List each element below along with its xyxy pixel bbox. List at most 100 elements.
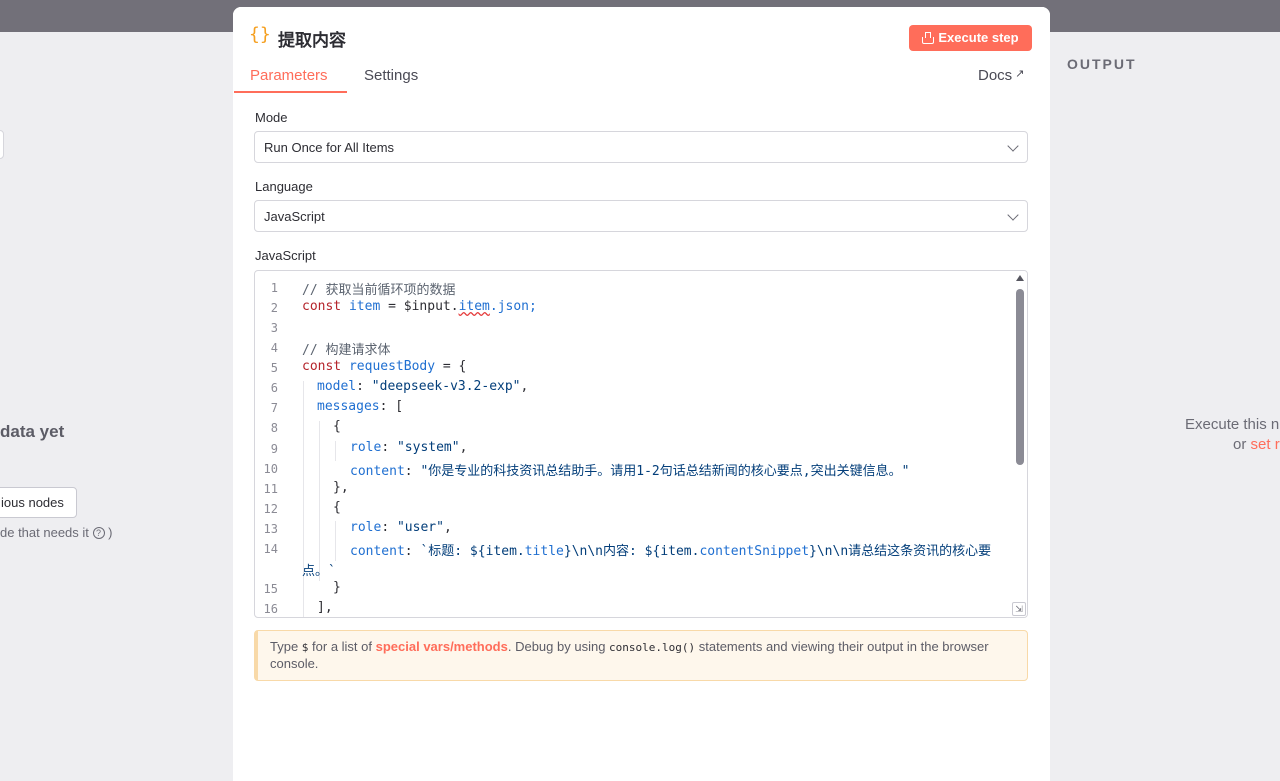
line-number: 13 <box>263 522 278 536</box>
resize-handle-icon[interactable]: ⇲ <box>1012 602 1026 616</box>
mode-select-value: Run Once for All Items <box>264 140 395 155</box>
code-line-8: { <box>333 419 341 434</box>
code-line-16: ], <box>317 600 333 615</box>
line-number: 9 <box>270 442 278 456</box>
code-property: title <box>524 544 564 559</box>
code-line-11: }, <box>333 480 349 495</box>
code-line-10: content: "你是专业的科技资讯总结助手。请用1-2句话总结新闻的核心要点… <box>350 464 910 479</box>
input-hint-text: de that needs it <box>0 525 89 540</box>
code-text: .json; <box>489 299 537 314</box>
code-string: "deepseek-v3.2-exp" <box>371 379 521 394</box>
line-number: 16 <box>263 602 278 616</box>
code-line-14-wrap: 点。` <box>302 560 336 579</box>
special-vars-link[interactable]: special vars/methods <box>376 639 508 654</box>
language-label: Language <box>255 179 313 194</box>
execute-previous-nodes-label: ious nodes <box>1 495 64 510</box>
code-template: }\n\n内容: ${item. <box>563 544 700 559</box>
code-variable: requestBody <box>348 359 436 374</box>
notice-code: console.log() <box>609 641 696 654</box>
code-keyword: const <box>302 299 342 314</box>
output-hint-prefix: or <box>1233 436 1247 453</box>
flask-icon <box>922 32 935 44</box>
code-comment: // 构建请求体 <box>302 343 391 358</box>
set-mock-data-link[interactable]: set r <box>1251 436 1280 453</box>
execute-step-button[interactable]: Execute step <box>909 25 1032 51</box>
code-text: = $input. <box>380 299 459 314</box>
output-hint-line2: or set r <box>1233 436 1280 453</box>
code-line-7: messages: [ <box>317 399 403 414</box>
line-number: 12 <box>263 502 278 516</box>
code-key: content <box>350 544 405 559</box>
no-data-title: data yet <box>0 422 65 441</box>
code-key: model <box>317 379 357 394</box>
chevron-down-icon <box>1007 209 1019 221</box>
tab-parameters[interactable]: Parameters <box>250 67 328 84</box>
code-string: "你是专业的科技资讯总结助手。请用1-2句话总结新闻的核心要点,突出关键信息。" <box>420 464 910 479</box>
code-comment: // 获取当前循环项的数据 <box>302 283 456 298</box>
line-number: 1 <box>270 281 278 295</box>
code-line-14: content: `标题: ${item.title}\n\n内容: ${ite… <box>350 544 992 559</box>
tab-settings[interactable]: Settings <box>364 67 418 84</box>
code-template: `标题: ${item. <box>420 544 525 559</box>
notice-text: . Debug by using <box>507 639 610 654</box>
line-number: 7 <box>270 401 278 415</box>
code-text: : [ <box>379 399 404 414</box>
code-line-5: const requestBody = { <box>302 359 466 374</box>
mode-label: Mode <box>255 110 288 125</box>
input-panel: data yet ious nodes de that needs it ? ) <box>0 32 234 781</box>
line-number: 8 <box>270 421 278 435</box>
indent-guide <box>335 521 336 561</box>
input-hint-suffix: ) <box>108 525 113 540</box>
line-number: 14 <box>263 542 278 556</box>
code-key: messages <box>317 399 380 414</box>
execute-step-label: Execute step <box>938 30 1019 45</box>
line-number: 11 <box>263 482 278 496</box>
language-select-value: JavaScript <box>264 209 325 224</box>
code-property: item <box>458 299 490 314</box>
code-key: role <box>350 520 382 535</box>
output-label: OUTPUT <box>1067 56 1137 72</box>
modal-header: {} 提取内容 Execute step Parameters Settings… <box>233 7 1050 93</box>
line-number: 10 <box>263 462 278 476</box>
chevron-down-icon <box>1007 140 1019 152</box>
code-content[interactable]: // 获取当前循环项的数据 const item = $input.item.j… <box>302 271 1014 617</box>
input-field-stub[interactable] <box>0 130 4 159</box>
help-icon[interactable]: ? <box>92 527 105 539</box>
code-line-6: model: "deepseek-v3.2-exp", <box>317 379 529 394</box>
notice-text: Type <box>270 639 302 654</box>
input-hint: de that needs it ? ) <box>0 525 113 540</box>
indent-guide <box>319 421 320 581</box>
code-property: contentSnippet <box>699 544 810 559</box>
code-key: role <box>350 440 382 455</box>
line-number: 15 <box>263 582 278 596</box>
code-label: JavaScript <box>255 248 316 263</box>
code-text: = { <box>435 359 467 374</box>
docs-link[interactable]: Docs ↗ <box>978 67 1024 84</box>
node-details-modal: {} 提取内容 Execute step Parameters Settings… <box>233 7 1050 781</box>
parameters-panel: Mode Run Once for All Items Language Jav… <box>233 93 1050 781</box>
language-select[interactable]: JavaScript <box>254 200 1028 232</box>
code-editor[interactable]: 1 2 3 4 5 6 7 8 9 10 11 12 13 14 15 16 /… <box>254 270 1028 618</box>
line-number: 5 <box>270 361 278 375</box>
code-string: "system" <box>396 440 460 455</box>
code-line-2: const item = $input.item.json; <box>302 299 537 314</box>
code-line-9: role: "system", <box>350 440 468 455</box>
scroll-up-arrow-icon[interactable] <box>1016 275 1024 281</box>
code-line-1: // 获取当前循环项的数据 <box>302 279 455 298</box>
line-number: 3 <box>270 321 278 335</box>
scrollbar-thumb[interactable] <box>1016 289 1024 465</box>
mode-select[interactable]: Run Once for All Items <box>254 131 1028 163</box>
editor-scrollbar[interactable] <box>1013 271 1027 617</box>
code-line-4: // 构建请求体 <box>302 339 390 358</box>
code-hint-notice: Type $ for a list of special vars/method… <box>254 630 1028 681</box>
code-key: content <box>350 464 405 479</box>
output-hint-line1: Execute this n <box>1185 416 1280 433</box>
notice-text: for a list of <box>308 639 376 654</box>
code-line-12: { <box>333 500 341 515</box>
execute-previous-nodes-button[interactable]: ious nodes <box>0 487 77 518</box>
node-title[interactable]: 提取内容 <box>278 26 346 51</box>
code-template: }\n\n请总结这条资讯的核心要 <box>809 544 992 559</box>
indent-guide <box>303 381 304 617</box>
code-template: 点。` <box>302 564 336 579</box>
code-keyword: const <box>302 359 342 374</box>
